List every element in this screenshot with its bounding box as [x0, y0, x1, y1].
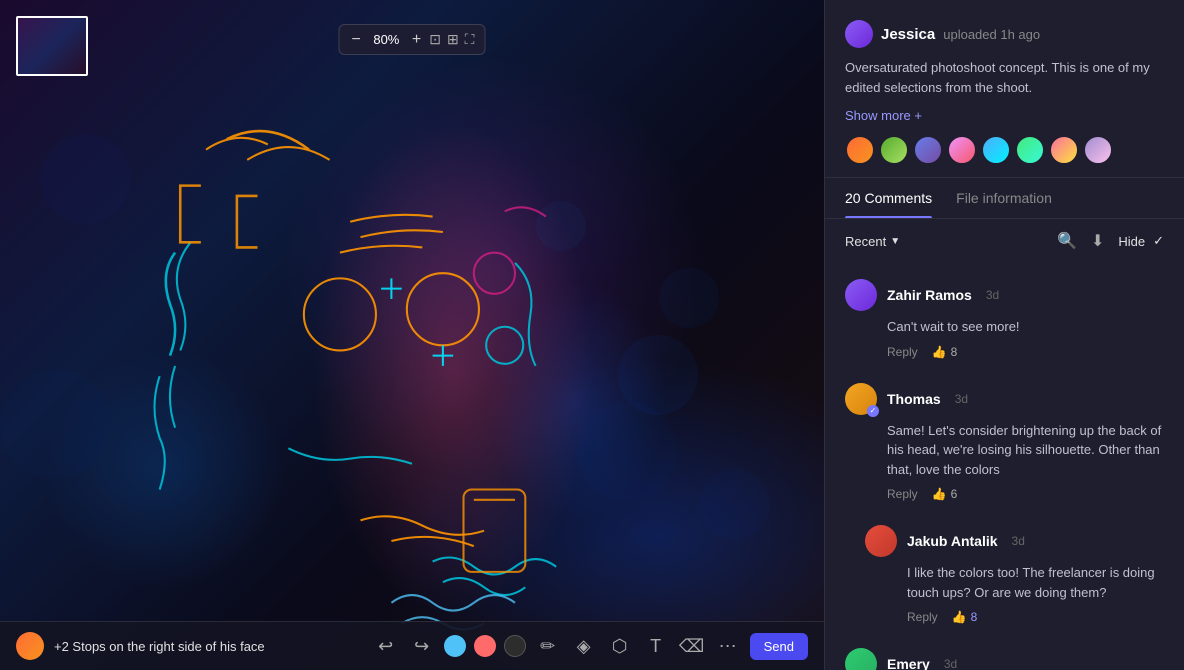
tab-file-information[interactable]: File information — [956, 178, 1052, 218]
color-blue-tool[interactable] — [444, 635, 466, 657]
shape-tool[interactable]: ◈ — [570, 632, 598, 660]
reply-button[interactable]: Reply — [887, 345, 918, 359]
comment-header: Zahir Ramos 3d — [845, 279, 1164, 311]
annotation-tools: ↩ ↪ ✏ ◈ ⬡ T ⌫ ⋯ Send — [372, 632, 808, 660]
more-tools[interactable]: ⋯ — [714, 632, 742, 660]
zoom-controls: − 80% + ⊡ ⊞ ⛶ — [339, 24, 486, 55]
thumbs-up-icon: 👍 — [932, 345, 947, 359]
collaborators-avatars — [845, 135, 1164, 165]
comment-time: 3d — [986, 288, 999, 302]
pen-tool[interactable]: ✏ — [534, 632, 562, 660]
commenter-name: Emery — [887, 656, 930, 670]
comments-controls: Recent ▼ 🔍 ⬇ Hide ✓ — [825, 219, 1184, 263]
like-button[interactable]: 👍 8 — [952, 610, 978, 624]
comment-actions: Reply 👍 8 — [907, 610, 1164, 624]
collaborator-avatar[interactable] — [1083, 135, 1113, 165]
uploader-row: Jessica uploaded 1h ago — [845, 20, 1164, 48]
comment-header: Jakub Antalik 3d — [865, 525, 1164, 557]
send-button[interactable]: Send — [750, 633, 808, 660]
actual-size-icon[interactable]: ⊞ — [447, 31, 459, 48]
hide-label: Hide — [1118, 234, 1145, 249]
hide-button[interactable]: Hide ✓ — [1118, 233, 1164, 249]
commenter-name: Jakub Antalik — [907, 533, 998, 549]
like-count: 8 — [951, 345, 958, 359]
like-count: 8 — [971, 610, 978, 624]
zoom-level-display: 80% — [369, 32, 404, 47]
file-description: Oversaturated photoshoot concept. This i… — [845, 58, 1164, 97]
collaborator-avatar[interactable] — [1049, 135, 1079, 165]
comment-item: Thomas 3d Same! Let's consider brighteni… — [825, 371, 1184, 514]
reply-button[interactable]: Reply — [907, 610, 938, 624]
search-comments-icon[interactable]: 🔍 — [1057, 231, 1077, 251]
commenter-name: Thomas — [887, 391, 941, 407]
color-black-tool[interactable] — [504, 635, 526, 657]
annotation-bar: +2 Stops on the right side of his face ↩… — [0, 621, 824, 670]
zoom-in-button[interactable]: + — [410, 32, 423, 48]
right-panel: Jessica uploaded 1h ago Oversaturated ph… — [824, 0, 1184, 670]
collaborator-avatar[interactable] — [1015, 135, 1045, 165]
file-header: Jessica uploaded 1h ago Oversaturated ph… — [825, 0, 1184, 178]
redo-button[interactable]: ↪ — [408, 632, 436, 660]
commenter-avatar — [865, 525, 897, 557]
comment-item: Zahir Ramos 3d Can't wait to see more! R… — [825, 267, 1184, 371]
thumbs-up-icon: 👍 — [952, 610, 967, 624]
photo-background — [0, 0, 824, 670]
annotation-note-text: +2 Stops on the right side of his face — [54, 639, 362, 654]
like-button[interactable]: 👍 6 — [932, 487, 958, 501]
current-user-avatar — [16, 632, 44, 660]
canvas-area: − 80% + ⊡ ⊞ ⛶ +2 Stops on the right side… — [0, 0, 824, 670]
comment-actions: Reply 👍 8 — [887, 345, 1164, 359]
thumbs-up-icon: 👍 — [932, 487, 947, 501]
collaborator-avatar[interactable] — [845, 135, 875, 165]
upload-time: uploaded 1h ago — [943, 27, 1040, 42]
collaborator-avatar[interactable] — [879, 135, 909, 165]
commenter-name: Zahir Ramos — [887, 287, 972, 303]
image-thumbnail[interactable] — [16, 16, 88, 76]
canvas-image: − 80% + ⊡ ⊞ ⛶ +2 Stops on the right side… — [0, 0, 824, 670]
zoom-out-button[interactable]: − — [350, 32, 363, 48]
comment-time: 3d — [1012, 534, 1025, 548]
sort-label: Recent — [845, 234, 886, 249]
fullscreen-icon[interactable]: ⛶ — [465, 31, 475, 48]
fit-view-icon[interactable]: ⊡ — [429, 31, 441, 48]
comment-time: 3d — [944, 657, 957, 670]
color-red-tool[interactable] — [474, 635, 496, 657]
collaborator-avatar[interactable] — [981, 135, 1011, 165]
comment-header: Thomas 3d — [845, 383, 1164, 415]
undo-button[interactable]: ↩ — [372, 632, 400, 660]
comment-item-nested: Jakub Antalik 3d I like the colors too! … — [825, 513, 1184, 636]
like-button[interactable]: 👍 8 — [932, 345, 958, 359]
eraser-tool[interactable]: ⌫ — [678, 632, 706, 660]
comment-time: 3d — [955, 392, 968, 406]
text-tool[interactable]: T — [642, 632, 670, 660]
collaborator-avatar[interactable] — [913, 135, 943, 165]
comment-body: I like the colors too! The freelancer is… — [907, 563, 1164, 602]
sort-recent-button[interactable]: Recent ▼ — [845, 234, 900, 249]
hide-check-icon: ✓ — [1153, 233, 1164, 249]
tabs-row: 20 Comments File information — [825, 178, 1184, 219]
commenter-avatar — [845, 279, 877, 311]
uploader-name: Jessica — [881, 26, 935, 43]
comment-body: Can't wait to see more! — [887, 317, 1164, 337]
comment-header: Emery 3d — [845, 648, 1164, 670]
comment-body: Same! Let's consider brightening up the … — [887, 421, 1164, 480]
download-icon[interactable]: ⬇ — [1091, 231, 1104, 251]
show-more-button[interactable]: Show more + — [845, 108, 922, 123]
reply-button[interactable]: Reply — [887, 487, 918, 501]
tab-comments[interactable]: 20 Comments — [845, 178, 932, 218]
comment-actions: Reply 👍 6 — [887, 487, 1164, 501]
comment-item: Emery 3d We're doing the touch ups in ho… — [825, 636, 1184, 670]
comments-list: Zahir Ramos 3d Can't wait to see more! R… — [825, 263, 1184, 670]
collaborator-avatar[interactable] — [947, 135, 977, 165]
uploader-avatar — [845, 20, 873, 48]
commenter-avatar — [845, 383, 877, 415]
like-count: 6 — [951, 487, 958, 501]
marker-tool[interactable]: ⬡ — [606, 632, 634, 660]
commenter-avatar — [845, 648, 877, 670]
sort-chevron-icon: ▼ — [890, 236, 900, 247]
comments-action-icons: 🔍 ⬇ Hide ✓ — [1057, 231, 1164, 251]
